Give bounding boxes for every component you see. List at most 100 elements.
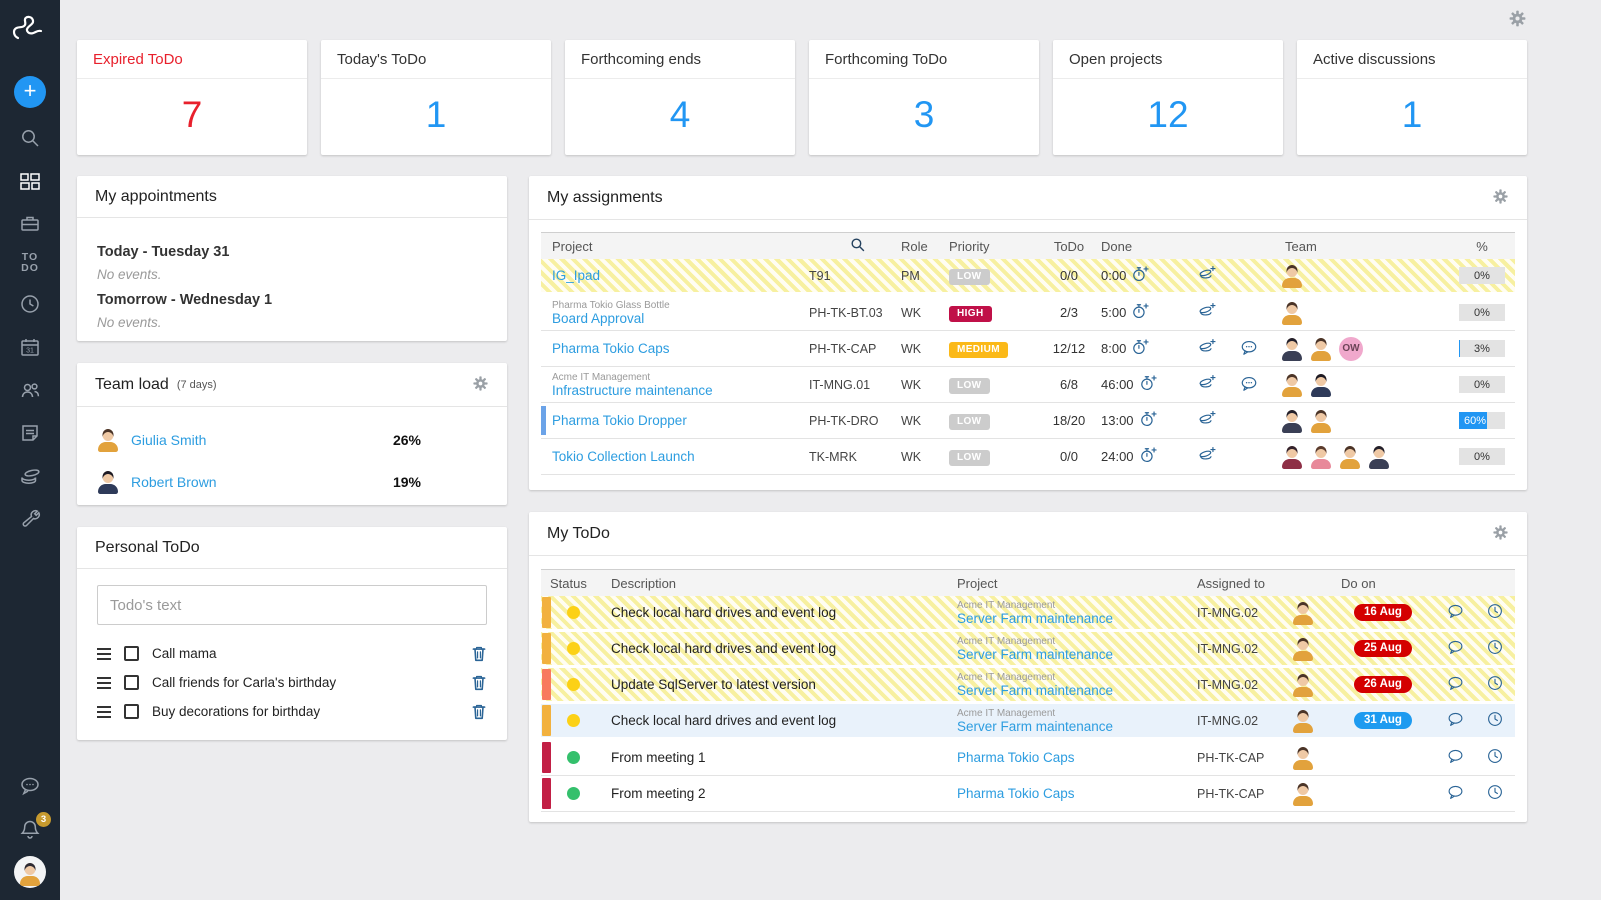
member-name-link[interactable]: Giulia Smith — [131, 432, 206, 448]
todo-row[interactable]: From meeting 2 Pharma Tokio Caps PH-TK-C… — [541, 776, 1515, 812]
calendar-icon[interactable]: 31 — [17, 334, 43, 360]
col-priority[interactable]: Priority — [949, 239, 1037, 254]
col-project[interactable]: Project — [957, 576, 1197, 591]
add-expense-icon[interactable] — [1197, 338, 1217, 360]
due-date-badge[interactable]: 31 Aug — [1354, 712, 1412, 729]
project-link[interactable]: Pharma Tokio Dropper — [552, 413, 687, 428]
col-pct[interactable]: % — [1449, 239, 1515, 254]
comment-icon[interactable] — [1446, 710, 1465, 731]
col-status[interactable]: Status — [541, 576, 599, 591]
todo-checkbox[interactable] — [124, 646, 139, 661]
project-link[interactable]: IG_Ipad — [552, 268, 600, 283]
team-avatar[interactable] — [1310, 337, 1332, 361]
assignee-avatar[interactable] — [1292, 673, 1314, 697]
clock-icon[interactable] — [17, 291, 43, 317]
project-link[interactable]: Infrastructure maintenance — [552, 383, 713, 398]
expenses-icon[interactable] — [17, 463, 43, 489]
discussion-icon[interactable] — [1239, 374, 1259, 396]
todo-row[interactable]: Update SqlServer to latest version Acme … — [541, 668, 1515, 704]
add-worklog-timer-icon[interactable] — [1131, 265, 1150, 287]
team-avatar[interactable] — [1339, 445, 1361, 469]
status-dot[interactable] — [567, 787, 580, 800]
project-link[interactable]: Server Farm maintenance — [957, 647, 1113, 662]
trash-icon[interactable] — [471, 645, 487, 662]
add-expense-icon[interactable] — [1197, 410, 1217, 432]
projects-icon[interactable] — [17, 211, 43, 237]
due-date-badge[interactable]: 26 Aug — [1354, 676, 1412, 693]
assignment-row[interactable]: Acme IT ManagementInfrastructure mainten… — [541, 367, 1515, 403]
trash-icon[interactable] — [471, 674, 487, 691]
comment-icon[interactable] — [1446, 783, 1465, 804]
status-dot[interactable] — [567, 751, 580, 764]
add-button[interactable]: + — [14, 76, 46, 108]
due-date-badge[interactable]: 16 Aug — [1354, 604, 1412, 621]
add-worklog-timer-icon[interactable] — [1131, 338, 1150, 360]
add-expense-icon[interactable] — [1197, 265, 1217, 287]
discussion-icon[interactable] — [1239, 338, 1259, 360]
table-search-icon[interactable] — [849, 236, 866, 256]
assignee-avatar[interactable] — [1292, 782, 1314, 806]
assignment-row[interactable]: Pharma Tokio Caps PH-TK-CAP WK MEDIUM 12… — [541, 331, 1515, 367]
add-worklog-timer-icon[interactable] — [1139, 446, 1158, 468]
project-link[interactable]: Pharma Tokio Caps — [957, 750, 1075, 765]
schedule-clock-icon[interactable] — [1486, 747, 1504, 768]
drag-handle-icon[interactable] — [97, 653, 111, 655]
comment-icon[interactable] — [1446, 638, 1465, 659]
schedule-clock-icon[interactable] — [1486, 783, 1504, 804]
comment-icon[interactable] — [1446, 602, 1465, 623]
todo-checkbox[interactable] — [124, 675, 139, 690]
card-forthcoming-ends[interactable]: Forthcoming ends 4 — [565, 40, 795, 155]
assignment-row[interactable]: Tokio Collection Launch TK-MRK WK LOW 0/… — [541, 439, 1515, 475]
project-link[interactable]: Tokio Collection Launch — [552, 449, 695, 464]
add-worklog-timer-icon[interactable] — [1139, 410, 1158, 432]
add-expense-icon[interactable] — [1197, 374, 1217, 396]
add-worklog-timer-icon[interactable] — [1139, 374, 1158, 396]
team-avatar[interactable] — [1310, 409, 1332, 433]
due-date-badge[interactable]: 25 Aug — [1354, 640, 1412, 657]
assignments-gear-icon[interactable] — [1492, 188, 1509, 208]
comment-icon[interactable] — [1446, 674, 1465, 695]
team-avatar[interactable] — [1281, 409, 1303, 433]
assignment-row[interactable]: Pharma Tokio Dropper PH-TK-DRO WK LOW 18… — [541, 403, 1515, 439]
schedule-clock-icon[interactable] — [1486, 674, 1504, 695]
schedule-clock-icon[interactable] — [1486, 638, 1504, 659]
col-role[interactable]: Role — [901, 239, 949, 254]
team-load-gear-icon[interactable] — [472, 375, 489, 395]
col-description[interactable]: Description — [599, 576, 957, 591]
todo-row[interactable]: Check local hard drives and event log Ac… — [541, 632, 1515, 668]
my-todo-gear-icon[interactable] — [1492, 524, 1509, 544]
card-active-discussions[interactable]: Active discussions 1 — [1297, 40, 1527, 155]
drag-handle-icon[interactable] — [97, 682, 111, 684]
team-initials-badge[interactable]: OW — [1339, 337, 1363, 361]
notifications-icon[interactable]: 3 — [17, 816, 43, 842]
card-todays-todo[interactable]: Today's ToDo 1 — [321, 40, 551, 155]
status-dot[interactable] — [567, 642, 580, 655]
assignee-avatar[interactable] — [1292, 746, 1314, 770]
add-expense-icon[interactable] — [1197, 446, 1217, 468]
todo-checkbox[interactable] — [124, 704, 139, 719]
project-link[interactable]: Pharma Tokio Caps — [552, 341, 670, 356]
search-icon[interactable] — [17, 125, 43, 151]
team-avatar[interactable] — [1281, 373, 1303, 397]
team-avatar[interactable] — [1281, 445, 1303, 469]
card-open-projects[interactable]: Open projects 12 — [1053, 40, 1283, 155]
col-todo[interactable]: ToDo — [1037, 239, 1101, 254]
team-avatar[interactable] — [1281, 337, 1303, 361]
new-todo-input[interactable] — [97, 585, 487, 625]
schedule-clock-icon[interactable] — [1486, 710, 1504, 731]
col-team[interactable]: Team — [1281, 239, 1449, 254]
project-link[interactable]: Pharma Tokio Caps — [957, 786, 1075, 801]
notes-icon[interactable] — [17, 420, 43, 446]
page-settings-gear-icon[interactable] — [1508, 9, 1527, 31]
col-do-on[interactable]: Do on — [1331, 576, 1435, 591]
assignment-row[interactable]: Pharma Tokio Glass BottleBoard Approval … — [541, 295, 1515, 331]
todo-row[interactable]: Check local hard drives and event log Ac… — [541, 596, 1515, 632]
trash-icon[interactable] — [471, 703, 487, 720]
todo-row[interactable]: From meeting 1 Pharma Tokio Caps PH-TK-C… — [541, 740, 1515, 776]
col-done[interactable]: Done — [1101, 239, 1197, 254]
chat-icon[interactable] — [17, 773, 43, 799]
todo-row[interactable]: Check local hard drives and event log Ac… — [541, 704, 1515, 740]
member-name-link[interactable]: Robert Brown — [131, 474, 217, 490]
assignment-row[interactable]: IG_Ipad T91 PM LOW 0/0 0:00 0% — [541, 259, 1515, 295]
col-assigned[interactable]: Assigned to — [1197, 576, 1331, 591]
